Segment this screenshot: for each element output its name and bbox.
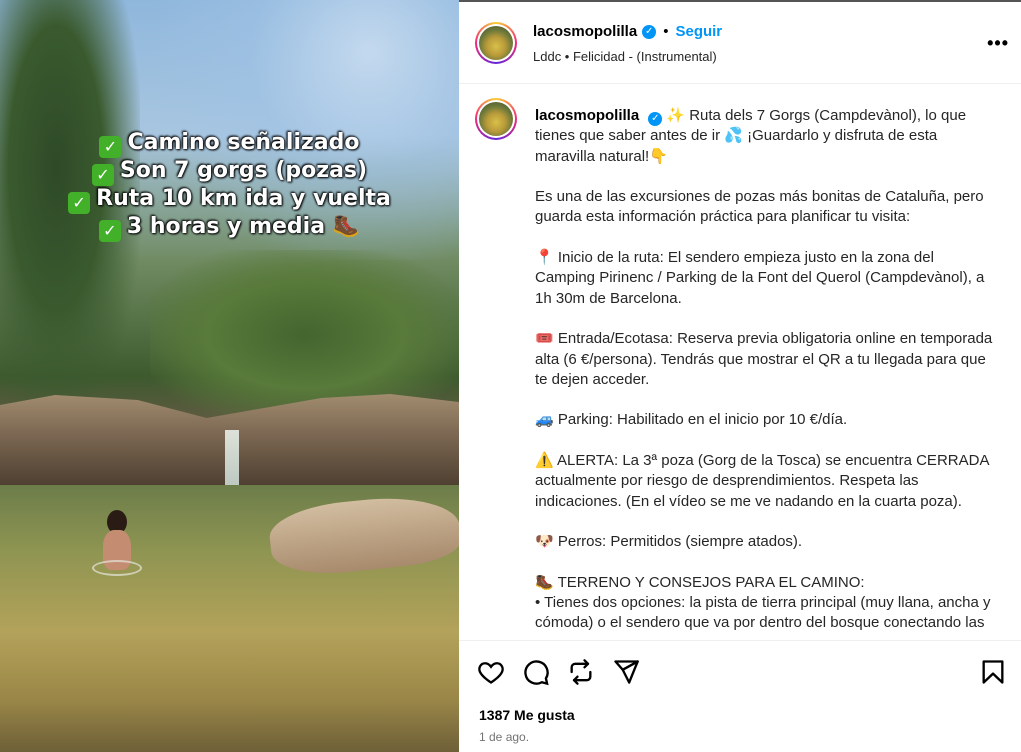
caption-text: lacosmopolilla ✓ ✨ Ruta dels 7 Gorgs (Cam… — [535, 106, 995, 640]
boot-icon: 🥾 — [332, 214, 361, 239]
header-name-row: lacosmopolilla ✓ • Seguir — [533, 23, 722, 40]
caption-body: ✨ Ruta dels 7 Gorgs (Campdevànol), lo qu… — [535, 107, 993, 640]
verified-badge-icon: ✓ — [648, 112, 663, 126]
caption-area[interactable]: lacosmopolilla ✓ ✨ Ruta dels 7 Gorgs (Cam… — [459, 84, 1021, 640]
post-date[interactable]: 1 de ago. — [479, 730, 529, 744]
caption-username-link[interactable]: lacosmopolilla — [535, 107, 639, 124]
check-icon: ✓ — [68, 192, 91, 214]
post-media[interactable]: ✓ Camino señalizado ✓ Son 7 gorgs (pozas) … — [0, 0, 459, 752]
forest-middle — [150, 250, 459, 420]
save-icon[interactable] — [979, 658, 1007, 686]
waterfall — [225, 430, 239, 490]
heart-icon[interactable] — [477, 658, 505, 686]
avatar[interactable] — [475, 22, 517, 64]
check-icon: ✓ — [91, 164, 114, 186]
post-header: lacosmopolilla ✓ • Seguir Lddc • Felicid… — [459, 2, 1021, 84]
check-icon: ✓ — [98, 220, 121, 242]
likes-count[interactable]: 1387 Me gusta — [479, 707, 575, 723]
post-panel: lacosmopolilla ✓ • Seguir Lddc • Felicid… — [459, 0, 1021, 752]
overlay-text: Camino señalizado — [127, 130, 360, 155]
post-actions: 1387 Me gusta 1 de ago. — [459, 640, 1021, 752]
caption-avatar[interactable] — [475, 98, 517, 140]
comment-icon[interactable] — [522, 658, 550, 686]
overlay-line: ✓ 3 horas y media 🥾 — [0, 214, 459, 242]
overlay-text: 3 horas y media — [126, 214, 326, 239]
follow-button[interactable]: Seguir — [675, 23, 722, 40]
repost-icon[interactable] — [567, 658, 595, 686]
username-link[interactable]: lacosmopolilla — [533, 23, 637, 40]
separator-dot: • — [663, 23, 669, 40]
overlay-line: ✓ Ruta 10 km ida y vuelta — [0, 186, 459, 214]
overlay-text: Son 7 gorgs (pozas) — [119, 158, 368, 183]
audio-link[interactable]: Lddc • Felicidad - (Instrumental) — [533, 49, 717, 64]
overlay-line: ✓ Son 7 gorgs (pozas) — [0, 158, 459, 186]
more-options-icon[interactable]: ••• — [987, 33, 1009, 54]
overlay-line: ✓ Camino señalizado — [0, 130, 459, 158]
media-text-overlay: ✓ Camino señalizado ✓ Son 7 gorgs (pozas) … — [0, 130, 459, 242]
check-icon: ✓ — [99, 136, 122, 158]
share-icon[interactable] — [612, 658, 640, 686]
overlay-text: Ruta 10 km ida y vuelta — [96, 186, 391, 211]
verified-badge-icon: ✓ — [642, 24, 657, 39]
swimmer — [92, 510, 142, 582]
